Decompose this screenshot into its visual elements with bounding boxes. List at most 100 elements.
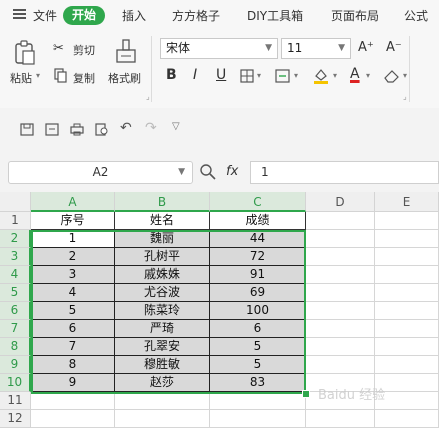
insert-function-icon[interactable]: fx xyxy=(226,164,238,179)
cell-a12[interactable] xyxy=(31,410,115,428)
column-header-e[interactable]: E xyxy=(375,192,439,212)
cell-b5[interactable]: 尤谷波 xyxy=(115,284,210,302)
row-header-2[interactable]: 2 xyxy=(0,230,31,248)
format-painter-label[interactable]: 格式刷 xyxy=(108,70,141,86)
font-color-icon[interactable]: A xyxy=(350,66,360,82)
cell-a8[interactable]: 7 xyxy=(31,338,115,356)
cell-e6[interactable] xyxy=(375,302,439,320)
column-header-d[interactable]: D xyxy=(306,192,375,212)
cell-d8[interactable] xyxy=(306,338,375,356)
cell-d7[interactable] xyxy=(306,320,375,338)
customize-toolbar-icon[interactable]: ▽ xyxy=(172,121,180,132)
paste-label[interactable]: 粘贴 xyxy=(10,70,32,86)
cell-b8[interactable]: 孔翠安 xyxy=(115,338,210,356)
tab-diy-toolbox[interactable]: DIY工具箱 xyxy=(247,7,303,24)
row-header-8[interactable]: 8 xyxy=(0,338,31,356)
select-all-corner[interactable] xyxy=(0,192,31,212)
row-header-9[interactable]: 9 xyxy=(0,356,31,374)
cell-b6[interactable]: 陈菜玲 xyxy=(115,302,210,320)
cell-d3[interactable] xyxy=(306,248,375,266)
zoom-search-icon[interactable] xyxy=(199,163,217,181)
column-header-b[interactable]: B xyxy=(115,192,210,212)
menu-file[interactable]: 文件 xyxy=(33,7,57,24)
cell-b10[interactable]: 赵莎 xyxy=(115,374,210,392)
cell-b2[interactable]: 魏丽 xyxy=(115,230,210,248)
cell-d5[interactable] xyxy=(306,284,375,302)
copy-icon[interactable] xyxy=(54,68,68,83)
chevron-down-icon[interactable]: ▾ xyxy=(294,71,298,80)
cell-e3[interactable] xyxy=(375,248,439,266)
row-header-6[interactable]: 6 xyxy=(0,302,31,320)
row-header-5[interactable]: 5 xyxy=(0,284,31,302)
cell-e9[interactable] xyxy=(375,356,439,374)
cell-b3[interactable]: 孔树平 xyxy=(115,248,210,266)
cell-e2[interactable] xyxy=(375,230,439,248)
dialog-launcher-icon[interactable]: ⌟ xyxy=(146,92,150,101)
cell-a1[interactable]: 序号 xyxy=(31,212,115,230)
row-header-1[interactable]: 1 xyxy=(0,212,31,230)
font-size-select[interactable]: 11 ▼ xyxy=(281,38,351,59)
grow-font-icon[interactable]: A⁺ xyxy=(358,40,374,55)
cell-c2[interactable]: 44 xyxy=(210,230,306,248)
row-header-10[interactable]: 10 xyxy=(0,374,31,392)
paste-icon[interactable] xyxy=(13,40,37,66)
row-header-12[interactable]: 12 xyxy=(0,410,31,428)
cell-c12[interactable] xyxy=(210,410,306,428)
cell-c10[interactable]: 83 xyxy=(210,374,306,392)
chevron-down-icon[interactable]: ▾ xyxy=(366,71,370,80)
cell-d9[interactable] xyxy=(306,356,375,374)
column-header-c[interactable]: C xyxy=(210,192,306,212)
cell-d12[interactable] xyxy=(306,410,375,428)
cell-e4[interactable] xyxy=(375,266,439,284)
cell-c5[interactable]: 69 xyxy=(210,284,306,302)
undo-icon[interactable]: ↶ xyxy=(120,120,132,136)
name-box[interactable]: A2 ▼ xyxy=(8,161,193,184)
column-header-a[interactable]: A xyxy=(31,192,115,212)
cell-a10[interactable]: 9 xyxy=(31,374,115,392)
merge-cells-icon[interactable] xyxy=(275,69,291,83)
row-header-11[interactable]: 11 xyxy=(0,392,31,410)
scissors-icon[interactable]: ✂ xyxy=(53,41,64,56)
cell-b9[interactable]: 穆胜敏 xyxy=(115,356,210,374)
font-name-select[interactable]: 宋体 ▼ xyxy=(160,38,278,59)
cell-b7[interactable]: 严琦 xyxy=(115,320,210,338)
chevron-down-icon[interactable]: ▾ xyxy=(333,71,337,80)
cell-c1[interactable]: 成绩 xyxy=(210,212,306,230)
cell-a2[interactable]: 1 xyxy=(31,230,115,248)
tab-home[interactable]: 开始 xyxy=(63,6,105,25)
cell-c4[interactable]: 91 xyxy=(210,266,306,284)
cell-e1[interactable] xyxy=(375,212,439,230)
border-icon[interactable] xyxy=(240,69,254,83)
cell-c8[interactable]: 5 xyxy=(210,338,306,356)
row-header-7[interactable]: 7 xyxy=(0,320,31,338)
cell-b1[interactable]: 姓名 xyxy=(115,212,210,230)
cell-b4[interactable]: 戚姝姝 xyxy=(115,266,210,284)
redo-icon[interactable]: ↷ xyxy=(145,120,157,136)
row-header-4[interactable]: 4 xyxy=(0,266,31,284)
cell-a9[interactable]: 8 xyxy=(31,356,115,374)
cell-a6[interactable]: 5 xyxy=(31,302,115,320)
print-preview-icon[interactable] xyxy=(95,123,109,136)
cell-c6[interactable]: 100 xyxy=(210,302,306,320)
cell-c7[interactable]: 6 xyxy=(210,320,306,338)
cell-b12[interactable] xyxy=(115,410,210,428)
chevron-down-icon[interactable]: ▾ xyxy=(36,71,40,80)
cell-a5[interactable]: 4 xyxy=(31,284,115,302)
chevron-down-icon[interactable]: ▾ xyxy=(257,71,261,80)
cell-a7[interactable]: 6 xyxy=(31,320,115,338)
cell-e12[interactable] xyxy=(375,410,439,428)
cut-label[interactable]: 剪切 xyxy=(73,42,95,58)
tab-formula[interactable]: 公式 xyxy=(404,7,428,24)
cell-c9[interactable]: 5 xyxy=(210,356,306,374)
format-painter-icon[interactable] xyxy=(114,39,138,65)
shrink-font-icon[interactable]: A⁻ xyxy=(386,40,402,55)
export-pdf-icon[interactable] xyxy=(45,123,59,136)
cell-e8[interactable] xyxy=(375,338,439,356)
cell-a4[interactable]: 3 xyxy=(31,266,115,284)
eraser-icon[interactable] xyxy=(383,68,401,83)
formula-input[interactable]: 1 xyxy=(250,161,439,184)
cell-c11[interactable] xyxy=(210,392,306,410)
cell-d2[interactable] xyxy=(306,230,375,248)
underline-button[interactable]: U xyxy=(216,67,226,83)
row-header-3[interactable]: 3 xyxy=(0,248,31,266)
